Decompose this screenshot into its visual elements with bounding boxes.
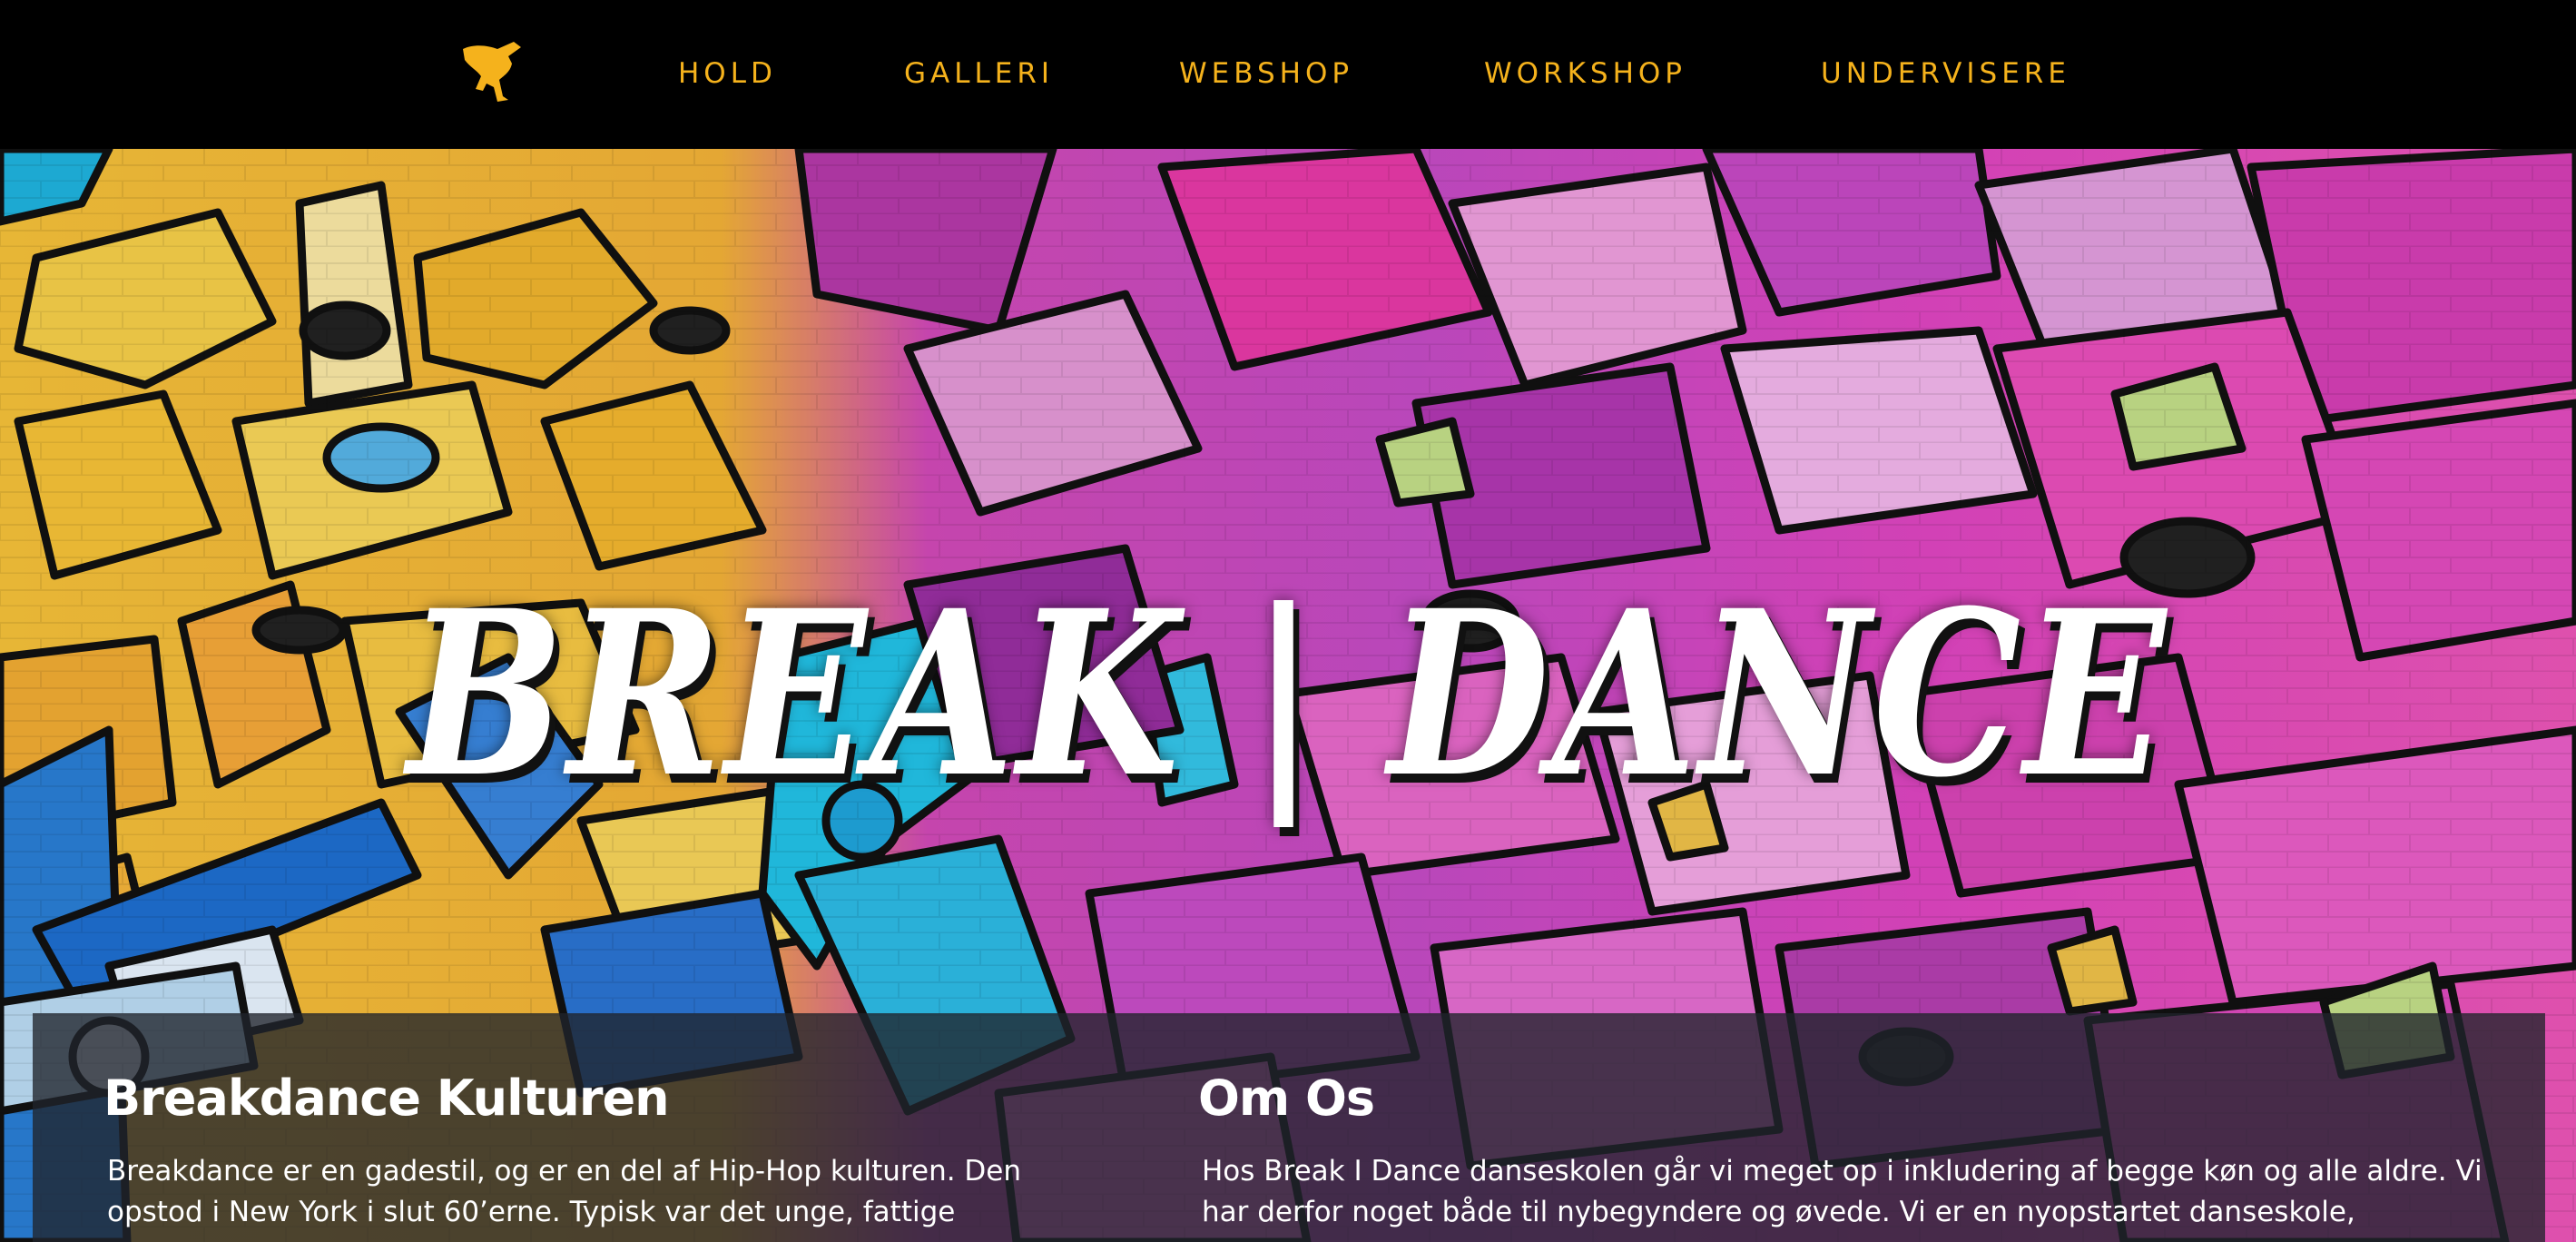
about-text: Hos Break I Dance danseskolen går vi meg… (1202, 1155, 2483, 1228)
nav-item-workshop[interactable]: WORKSHOP (1484, 53, 1686, 94)
hero-title: BREAK | DANCE (407, 560, 2169, 827)
nav-item-hold[interactable]: HOLD (678, 53, 777, 94)
info-panel: Breakdance Kulturen Breakdance er en gad… (33, 1013, 2545, 1242)
nav-item-galleri[interactable]: GALLERI (904, 53, 1054, 94)
breakdancer-logo-icon[interactable] (457, 36, 526, 105)
nav-item-undervisere[interactable]: UNDERVISERE (1821, 53, 2070, 94)
about-heading: Om Os (1198, 1070, 1375, 1127)
top-navigation: HOLD GALLERI WEBSHOP WORKSHOP UNDERVISER… (0, 0, 2576, 149)
culture-text: Breakdance er en gadestil, og er en del … (107, 1155, 1022, 1228)
culture-heading: Breakdance Kulturen (103, 1070, 670, 1127)
nav-item-webshop[interactable]: WEBSHOP (1179, 53, 1353, 94)
